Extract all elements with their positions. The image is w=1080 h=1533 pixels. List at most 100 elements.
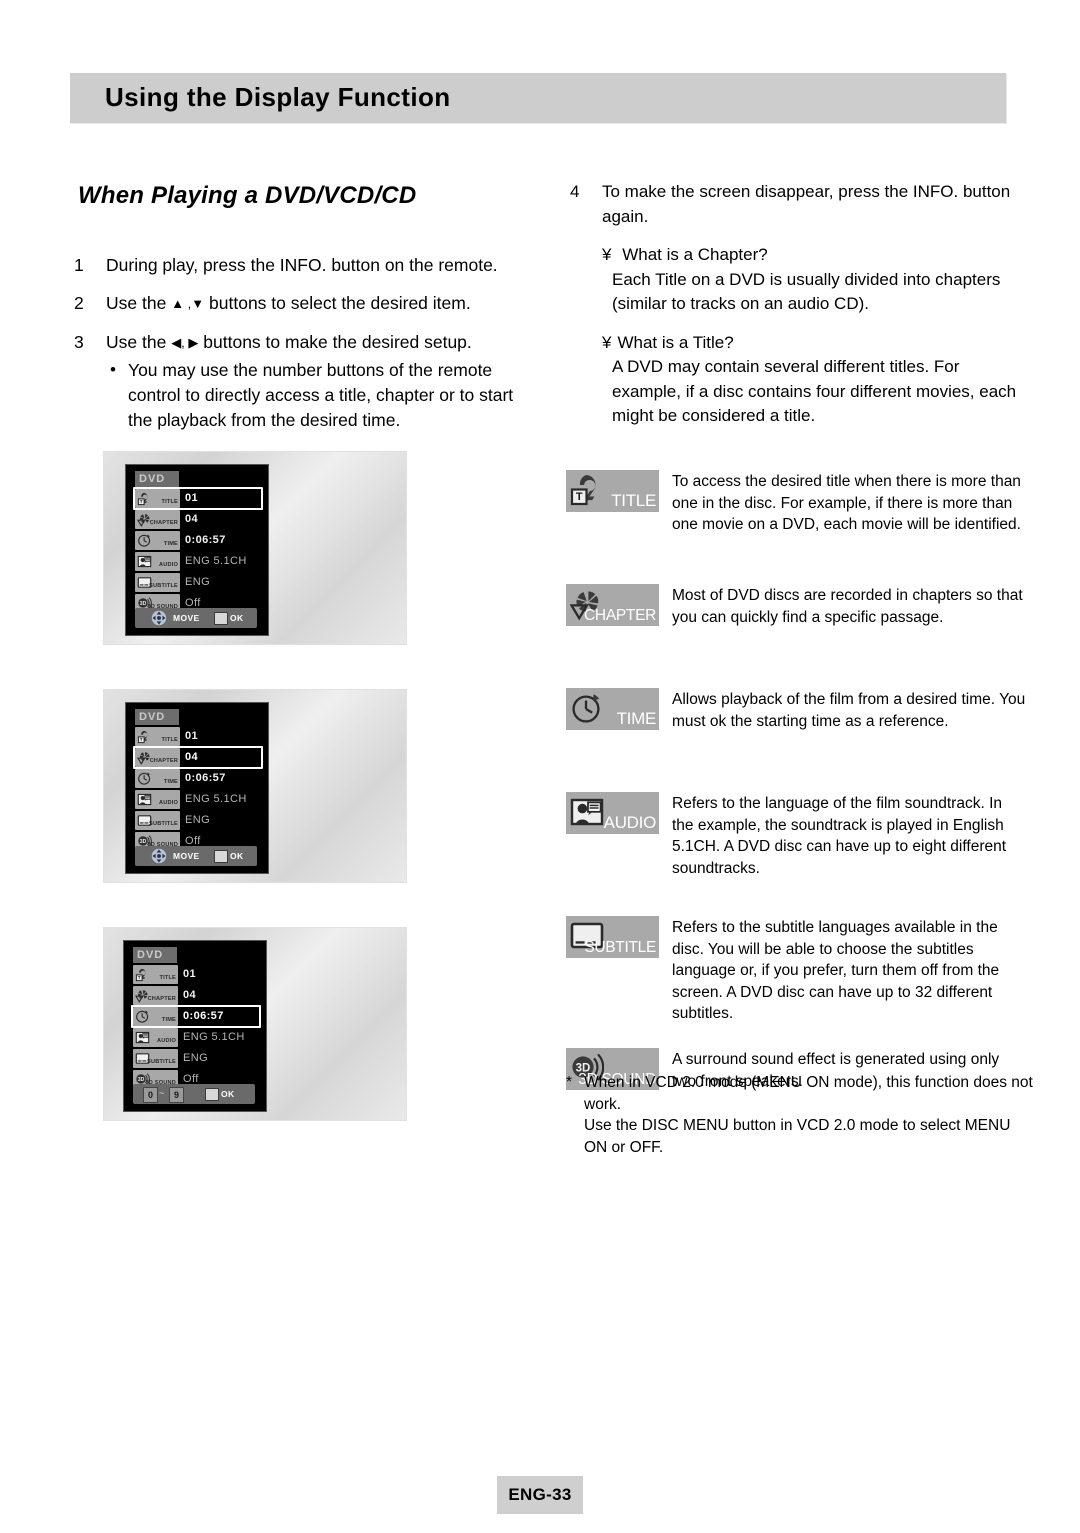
osd-chip-title: T TITLE (135, 727, 180, 746)
osd-row-title[interactable]: T TITLE 01 (133, 487, 263, 510)
title-icon: T (137, 492, 148, 506)
footnote-line-1-text: When in VCD 2.0 mode (MENU ON mode), thi… (584, 1074, 1033, 1113)
osd-row-chapter[interactable]: CHAPTER 04 (133, 746, 263, 769)
osd-row-title[interactable]: T TITLE 01 (133, 965, 261, 985)
osd-chip-label: CHAPTER (147, 996, 176, 1002)
legend-row-subtitle: SUBTITLE Refers to the subtitle language… (566, 916, 1026, 1022)
osd-value-subtitle: ENG (183, 1052, 209, 1064)
qa-title: ¥ What is a Title? A DVD may contain seve… (566, 331, 1026, 429)
step-4-number: 4 (570, 182, 580, 201)
osd-chip-time: TIME (135, 769, 180, 788)
step-4-text: To make the screen disappear, press the … (602, 182, 1011, 226)
svg-text:3D: 3D (140, 601, 147, 607)
step-3: 3 Use the ◀, ▶ buttons to make the desire… (70, 329, 540, 433)
ok-button-icon (214, 612, 228, 625)
osd-value-chapter: 04 (183, 989, 197, 1001)
osd-disc-label: DVD (135, 709, 179, 725)
title-badge-label: TITLE (611, 491, 656, 510)
legend-row-title: T TITLE To access the desired title when… (566, 470, 1026, 544)
svg-text:3D: 3D (138, 1077, 145, 1083)
osd-row-list: T TITLE 01 CHAPTER 04 TIME 0:06:57 AUDIO… (133, 487, 263, 615)
step-2-number: 2 (74, 293, 84, 313)
step-2-text-before: Use the (106, 293, 172, 313)
manual-page: Using the Display Function When Playing … (0, 0, 1080, 1533)
svg-text:T: T (138, 975, 141, 980)
legend-row-time: TIME Allows playback of the film from a … (566, 688, 1026, 762)
osd-chip-label: SUBTITLE (147, 1059, 176, 1065)
osd-row-audio[interactable]: AUDIO ENG 5.1CH (135, 790, 263, 810)
footnote: * When in VCD 2.0 mode (MENU ON mode), th… (566, 1072, 1034, 1158)
osd-row-audio[interactable]: AUDIO ENG 5.1CH (135, 552, 263, 572)
osd-chip-label: AUDIO (158, 562, 178, 568)
subtitle-description: Refers to the subtitle languages availab… (672, 919, 1000, 1022)
up-down-arrow-icon: ▲ ,▼ (171, 296, 205, 311)
page-number-tab: ENG-33 (497, 1476, 583, 1514)
step-3-number: 3 (74, 332, 84, 352)
osd-chip-audio: AUDIO (135, 790, 180, 809)
section-heading: When Playing a DVD/VCD/CD (78, 182, 417, 209)
osd-row-time[interactable]: TIME 0:06:57 (131, 1005, 261, 1028)
title-badge: T TITLE (566, 470, 659, 512)
time-description: Allows playback of the film from a desir… (672, 691, 1026, 730)
audio-badge: AUDIO (566, 792, 659, 834)
step-1-number: 1 (74, 255, 84, 275)
bullet-dot-icon: • (110, 360, 116, 379)
osd-row-subtitle[interactable]: SUBTITLE ENG (133, 1049, 261, 1069)
chapter-badge: CHAPTER (566, 584, 659, 626)
osd-row-chapter[interactable]: CHAPTER 04 (133, 986, 261, 1006)
osd-row-subtitle[interactable]: SUBTITLE ENG (135, 811, 263, 831)
osd-row-list: T TITLE 01 CHAPTER 04 TIME 0:06:57 AUDIO… (133, 727, 263, 853)
osd-chip-subtitle: SUBTITLE (133, 1049, 178, 1068)
osd-move-label: MOVE (173, 613, 200, 623)
osd-chip-chapter: CHAPTER (135, 510, 180, 529)
osd-value-subtitle: ENG (185, 576, 211, 588)
osd-chip-label: AUDIO (158, 800, 178, 806)
audio-icon (137, 793, 152, 806)
footnote-line-2: Use the DISC MENU button in VCD 2.0 mode… (566, 1115, 1034, 1158)
legend-row-audio: AUDIO Refers to the language of the film… (566, 792, 1026, 888)
qa-title-answer: A DVD may contain several different titl… (612, 357, 1017, 425)
osd-row-subtitle[interactable]: SUBTITLE ENG (135, 573, 263, 593)
audio-description: Refers to the language of the film sound… (672, 795, 1007, 877)
step-3-bullet: • You may use the number buttons of the r… (106, 358, 540, 433)
osd-value-title: 01 (185, 492, 199, 504)
time-icon (136, 1010, 149, 1023)
step-4: 4 To make the screen disappear, press the… (566, 180, 1026, 229)
qa-title-question: ¥ What is a Title? (602, 331, 1026, 356)
title-description: To access the desired title when there i… (672, 473, 1021, 533)
osd-screen: DVD T TITLE 01 CHAPTER 04 TIME 0:06:57 A… (125, 702, 269, 874)
page-title: Using the Display Function (105, 82, 451, 112)
qa-title-question-text: What is a Title? (617, 332, 734, 352)
chapter-badge-label: CHAPTER (584, 607, 656, 624)
osd-chip-title: T TITLE (133, 965, 178, 984)
osd-row-chapter[interactable]: CHAPTER 04 (135, 510, 263, 530)
asterisk-icon: * (566, 1074, 573, 1091)
osd-row-title[interactable]: T TITLE 01 (135, 727, 263, 747)
osd-row-time[interactable]: TIME 0:06:57 (135, 769, 263, 789)
osd-chip-label: TIME (161, 1017, 176, 1023)
step-3-text-before: Use the (106, 332, 172, 352)
audio-icon (137, 555, 152, 568)
number-key-from: 0 (143, 1087, 158, 1103)
osd-ok-label: OK (230, 613, 244, 623)
osd-bottom-bar: 0 ~ 9 OK (133, 1084, 255, 1104)
osd-value-time: 0:06:57 (183, 1010, 224, 1022)
osd-screenshot-title: DVD T TITLE 01 CHAPTER 04 TIME 0:06:57 A… (104, 452, 406, 644)
osd-value-audio: ENG 5.1CH (183, 1031, 245, 1043)
legend-row-chapter: CHAPTER Most of DVD discs are recorded i… (566, 584, 1026, 658)
left-right-arrow-icon: ◀, ▶ (171, 335, 199, 350)
osd-value-audio: ENG 5.1CH (185, 793, 247, 805)
dpad-icon (151, 610, 167, 626)
right-column: 4 To make the screen disappear, press the… (566, 180, 1026, 429)
osd-value-time: 0:06:57 (185, 772, 226, 784)
osd-row-audio[interactable]: AUDIO ENG 5.1CH (133, 1028, 261, 1048)
osd-screen: DVD T TITLE 01 CHAPTER 04 TIME 0:06:57 A… (123, 940, 267, 1112)
qa-chapter-question: ¥ What is a Chapter? (602, 243, 1026, 268)
osd-value-subtitle: ENG (185, 814, 211, 826)
time-badge-label: TIME (616, 709, 657, 728)
osd-chip-label: TIME (163, 541, 178, 547)
osd-chip-label: SUBTITLE (149, 821, 178, 827)
osd-row-time[interactable]: TIME 0:06:57 (135, 531, 263, 551)
osd-move-label: MOVE (173, 851, 200, 861)
osd-bottom-bar: MOVE OK (135, 846, 257, 866)
